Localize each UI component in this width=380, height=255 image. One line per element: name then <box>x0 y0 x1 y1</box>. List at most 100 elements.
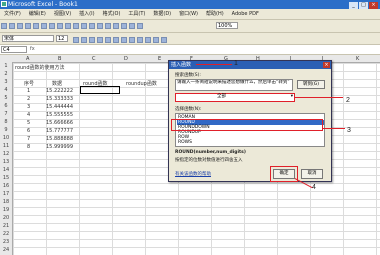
borders-icon[interactable] <box>145 37 151 43</box>
cut-icon[interactable] <box>49 23 55 29</box>
menu-adobe-pdf[interactable]: Adobe PDF <box>228 10 263 18</box>
cell-index[interactable]: 2 <box>27 96 30 102</box>
col-header-a[interactable]: A <box>26 56 29 62</box>
percent-icon[interactable] <box>137 37 143 43</box>
header-cell-data[interactable]: 数据 <box>52 80 62 87</box>
cell-index[interactable]: 4 <box>27 112 30 118</box>
underline-icon[interactable] <box>89 37 95 43</box>
font-select[interactable]: 宋体 <box>2 35 54 42</box>
row-number[interactable]: 17 <box>0 191 12 197</box>
row-number[interactable]: 7 <box>0 111 12 117</box>
cell-data[interactable]: 15.555555 <box>46 112 73 118</box>
row-number[interactable]: 18 <box>0 199 12 205</box>
menu-tools[interactable]: 工具(T) <box>124 9 149 18</box>
sort-desc-icon[interactable] <box>121 23 127 29</box>
go-button[interactable]: 转到(G) <box>297 80 325 89</box>
merge-icon[interactable] <box>121 37 127 43</box>
menu-help[interactable]: 帮助(H) <box>202 9 228 18</box>
font-size-select[interactable]: 12 <box>56 35 68 42</box>
copy-icon[interactable] <box>57 23 63 29</box>
row-number[interactable]: 19 <box>0 207 12 213</box>
col-header-e[interactable]: E <box>158 56 161 62</box>
spell-icon[interactable] <box>41 23 47 29</box>
active-cell[interactable] <box>80 86 120 94</box>
cell-index[interactable]: 5 <box>27 120 30 126</box>
col-header-k[interactable]: K <box>356 56 359 62</box>
align-center-icon[interactable] <box>105 37 111 43</box>
align-left-icon[interactable] <box>97 37 103 43</box>
bold-icon[interactable] <box>73 37 79 43</box>
cell-data[interactable]: 15.222222 <box>46 88 73 94</box>
menu-format[interactable]: 格式(O) <box>99 9 125 18</box>
menu-view[interactable]: 视图(V) <box>50 9 75 18</box>
menu-window[interactable]: 窗口(W) <box>175 9 202 18</box>
minimize-icon[interactable]: _ <box>349 2 358 9</box>
open-icon[interactable] <box>9 23 15 29</box>
cell-index[interactable]: 7 <box>27 136 30 142</box>
fill-color-icon[interactable] <box>153 37 159 43</box>
chevron-down-icon[interactable]: ▾ <box>291 94 293 100</box>
cancel-button[interactable]: 取消 <box>301 169 323 179</box>
row-number[interactable]: 5 <box>0 95 12 101</box>
row-number[interactable]: 15 <box>0 175 12 181</box>
redo-icon[interactable] <box>89 23 95 29</box>
italic-icon[interactable] <box>81 37 87 43</box>
row-number[interactable]: 2 <box>0 71 12 77</box>
print-icon[interactable] <box>25 23 31 29</box>
save-icon[interactable] <box>17 23 23 29</box>
sheet-title-cell[interactable]: round函数的使用方法 <box>15 64 65 71</box>
function-option[interactable]: ROWS <box>177 140 324 145</box>
row-number[interactable]: 13 <box>0 159 12 165</box>
col-header-c[interactable]: C <box>92 56 96 62</box>
cell-data[interactable]: 15.444444 <box>46 104 73 110</box>
align-right-icon[interactable] <box>113 37 119 43</box>
format-painter-icon[interactable] <box>73 23 79 29</box>
col-header-b[interactable]: B <box>58 56 61 62</box>
cell-data[interactable]: 15.777777 <box>46 128 73 134</box>
fx-icon[interactable]: fx <box>30 46 35 52</box>
maximize-icon[interactable]: □ <box>359 2 368 9</box>
row-number[interactable]: 9 <box>0 127 12 133</box>
row-number[interactable]: 8 <box>0 119 12 125</box>
row-number[interactable]: 3 <box>0 79 12 85</box>
row-number[interactable]: 12 <box>0 151 12 157</box>
currency-icon[interactable] <box>129 37 135 43</box>
search-function-input[interactable]: 请输入一条简短说明来描述您想做什么，然后单击“转到” <box>175 79 293 91</box>
row-number[interactable]: 1 <box>0 63 12 69</box>
drawing-icon[interactable] <box>137 23 143 29</box>
chart-wizard-icon[interactable] <box>129 23 135 29</box>
paste-icon[interactable] <box>65 23 71 29</box>
header-cell-index[interactable]: 序号 <box>24 80 34 87</box>
menu-file[interactable]: 文件(F) <box>0 9 25 18</box>
zoom-select[interactable]: 100% <box>216 22 238 29</box>
cell-index[interactable]: 3 <box>27 104 30 110</box>
hyperlink-icon[interactable] <box>97 23 103 29</box>
dialog-close-icon[interactable]: × <box>323 62 330 68</box>
row-number[interactable]: 24 <box>0 247 12 253</box>
autosum-icon[interactable] <box>105 23 111 29</box>
row-number[interactable]: 4 <box>0 87 12 93</box>
preview-icon[interactable] <box>33 23 39 29</box>
undo-icon[interactable] <box>81 23 87 29</box>
row-number[interactable]: 22 <box>0 231 12 237</box>
menu-edit[interactable]: 编辑(E) <box>25 9 50 18</box>
cell-index[interactable]: 6 <box>27 128 30 134</box>
menu-data[interactable]: 数据(D) <box>149 9 175 18</box>
close-icon[interactable]: × <box>369 2 378 9</box>
row-number[interactable]: 21 <box>0 223 12 229</box>
cell-data[interactable]: 15.333333 <box>46 96 73 102</box>
cell-data[interactable]: 15.888888 <box>46 136 73 142</box>
font-color-icon[interactable] <box>161 37 167 43</box>
row-number[interactable]: 14 <box>0 167 12 173</box>
help-link[interactable]: 有关该函数的帮助 <box>175 171 211 177</box>
row-number[interactable]: 23 <box>0 239 12 245</box>
name-box[interactable]: C4 <box>1 46 27 53</box>
menu-insert[interactable]: 插入(I) <box>75 9 98 18</box>
category-select[interactable]: 全部 ▾ <box>175 93 295 102</box>
row-number[interactable]: 10 <box>0 135 12 141</box>
row-number[interactable]: 11 <box>0 143 12 149</box>
cell-index[interactable]: 8 <box>27 144 30 150</box>
row-number[interactable]: 20 <box>0 215 12 221</box>
header-cell-roundup[interactable]: roundup函数 <box>126 80 157 87</box>
row-number[interactable]: 16 <box>0 183 12 189</box>
